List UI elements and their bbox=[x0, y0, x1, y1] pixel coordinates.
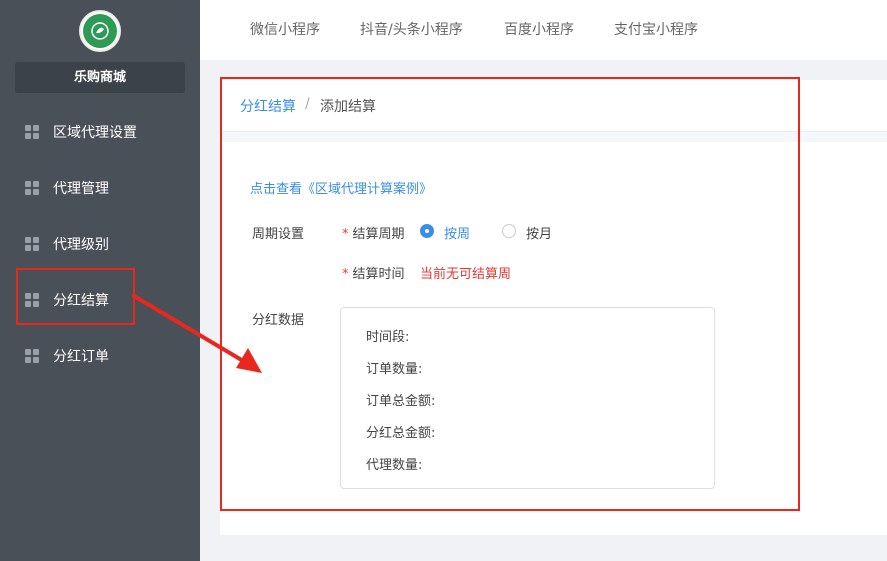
sidebar-item-agent-management[interactable]: 代理管理 bbox=[0, 168, 200, 208]
tab-alipay-miniprogram[interactable]: 支付宝小程序 bbox=[614, 0, 698, 60]
required-mark: * bbox=[342, 267, 349, 282]
sidebar-item-label: 分红订单 bbox=[53, 349, 109, 365]
grid-icon bbox=[25, 125, 39, 139]
data-row-agent-count: 代理数量: bbox=[366, 458, 423, 473]
sidebar-item-dividend-settlement[interactable]: 分红结算 bbox=[0, 280, 200, 320]
breadcrumb-parent-link[interactable]: 分红结算 bbox=[240, 96, 296, 116]
dividend-data-label: 分红数据 bbox=[252, 313, 305, 328]
sidebar-item-region-agent-settings[interactable]: 区域代理设置 bbox=[0, 112, 200, 152]
sidebar-item-label: 区域代理设置 bbox=[53, 125, 137, 141]
case-example-link[interactable]: 点击查看《区域代理计算案例》 bbox=[250, 178, 432, 197]
data-row-order-count: 订单数量: bbox=[366, 362, 423, 377]
required-mark: * bbox=[342, 227, 349, 242]
data-row-time-range: 时间段: bbox=[366, 330, 410, 345]
sidebar-item-label: 分红结算 bbox=[53, 293, 109, 309]
dividend-data-box: 时间段: 订单数量: 订单总金额: 分红总金额: 代理数量: bbox=[340, 307, 715, 489]
tab-baidu-miniprogram[interactable]: 百度小程序 bbox=[504, 0, 574, 60]
grid-icon bbox=[25, 237, 39, 251]
sidebar-item-dividend-orders[interactable]: 分红订单 bbox=[0, 336, 200, 376]
shop-name: 乐购商城 bbox=[15, 62, 185, 93]
tab-wechat-miniprogram[interactable]: 微信小程序 bbox=[250, 0, 320, 60]
leaf-icon bbox=[91, 22, 109, 40]
shop-logo bbox=[79, 10, 121, 52]
period-settings-label: 周期设置 bbox=[252, 227, 305, 242]
settlement-cycle-label: * 结算周期 bbox=[342, 227, 405, 242]
tab-douyin-miniprogram[interactable]: 抖音/头条小程序 bbox=[360, 0, 463, 60]
radio-weekly-label[interactable]: 按周 bbox=[444, 223, 470, 242]
sidebar-item-agent-level[interactable]: 代理级别 bbox=[0, 224, 200, 264]
breadcrumb-separator: / bbox=[305, 96, 310, 112]
sidebar-item-label: 代理管理 bbox=[53, 181, 109, 197]
settlement-card: 分红结算 / 添加结算 点击查看《区域代理计算案例》 周期设置 * 结算周期 按周… bbox=[220, 80, 887, 535]
sidebar-item-label: 代理级别 bbox=[53, 237, 109, 253]
sidebar: 乐购商城 区域代理设置 代理管理 代理级别 分红结算 分红订单 bbox=[0, 0, 200, 561]
settlement-time-value: 当前无可结算周 bbox=[420, 267, 512, 282]
radio-weekly[interactable] bbox=[420, 224, 434, 238]
settlement-time-label: * 结算时间 bbox=[342, 267, 405, 282]
data-row-order-total: 订单总金额: bbox=[366, 394, 436, 409]
breadcrumb-current: 添加结算 bbox=[320, 99, 376, 115]
grid-icon bbox=[25, 349, 39, 363]
grid-icon bbox=[25, 181, 39, 195]
radio-monthly[interactable] bbox=[502, 224, 516, 238]
data-row-dividend-total: 分红总金额: bbox=[366, 426, 436, 441]
breadcrumb: 分红结算 / 添加结算 bbox=[220, 80, 887, 132]
grid-icon bbox=[25, 293, 39, 307]
top-tab-bar: 微信小程序 抖音/头条小程序 百度小程序 支付宝小程序 bbox=[200, 0, 887, 60]
divider bbox=[220, 132, 887, 142]
radio-monthly-label[interactable]: 按月 bbox=[526, 223, 552, 242]
